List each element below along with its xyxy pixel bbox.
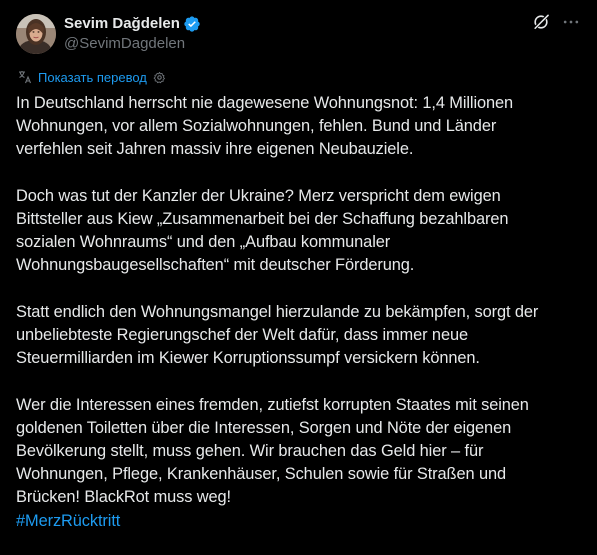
author-display-name[interactable]: Sevim Dağdelen <box>64 14 180 34</box>
tweet-line: sozialen Wohnraums“ und den „Aufbau komm… <box>16 233 391 252</box>
tweet-paragraph-2: Doch was tut der Kanzler der Ukraine? Me… <box>16 185 581 278</box>
tweet-header: Sevim Dağdelen @SevimDagdelen <box>16 12 581 56</box>
header-actions <box>531 12 581 32</box>
tweet-line: unbeliebteste Regierungschef der Welt da… <box>16 326 468 344</box>
tweet-line: Bevölkerung stellt, muss gehen. Wir brau… <box>16 442 484 460</box>
tweet-line: Wohnungsbaugesellschaften“ mit deutscher… <box>16 256 415 275</box>
tweet-line: Wohnungen, Pflege, Krankenhäuser, Schule… <box>16 465 506 484</box>
author-names: Sevim Dağdelen @SevimDagdelen <box>64 14 201 54</box>
tweet-line: Brücken! BlackRot muss weg! <box>16 488 232 507</box>
gear-icon[interactable] <box>153 71 166 84</box>
tweet-paragraph-1: In Deutschland herrscht nie dagewesene W… <box>16 92 581 162</box>
tweet-paragraph-3: Statt endlich den Wohnungsmangel hierzul… <box>16 301 581 371</box>
verified-badge-icon <box>183 15 201 33</box>
tweet-line: Wohnungen, vor allem Sozialwohnungen, fe… <box>16 117 497 136</box>
tweet-line: Bittsteller aus Kiew „Zusammenarbeit bei… <box>16 210 509 228</box>
name-row: Sevim Dağdelen <box>64 14 201 34</box>
tweet-line: verfehlen seit Jahren massiv ihre eigene… <box>16 140 414 159</box>
tweet-line: Wer die Interessen eines fremden, zutief… <box>16 395 529 414</box>
avatar-photo <box>16 14 56 54</box>
tweet-line: In Deutschland herrscht nie dagewesene W… <box>16 94 514 112</box>
show-translation-link[interactable]: Показать перевод <box>18 68 166 86</box>
grok-icon[interactable] <box>531 12 551 32</box>
tweet: Sevim Dağdelen @SevimDagdelen Показать п… <box>0 0 597 555</box>
tweet-line: Statt endlich den Wohnungsmangel hierzul… <box>16 302 539 321</box>
show-translation-label[interactable]: Показать перевод <box>38 70 147 85</box>
author-handle[interactable]: @SevimDagdelen <box>64 34 201 54</box>
tweet-paragraph-4: Wer die Interessen eines fremden, zutief… <box>16 394 581 533</box>
tweet-text: In Deutschland herrscht nie dagewesene W… <box>16 92 581 533</box>
tweet-line: Doch was tut der Kanzler der Ukraine? Me… <box>16 186 501 205</box>
hashtag-link[interactable]: #MerzRücktritt <box>16 512 120 530</box>
tweet-line: goldenen Toiletten über die Interessen, … <box>16 418 512 437</box>
tweet-line: Steuermilliarden im Kiewer Korruptionssu… <box>16 349 480 368</box>
more-icon[interactable] <box>561 12 581 32</box>
translate-icon <box>18 70 32 84</box>
avatar[interactable] <box>16 14 56 54</box>
